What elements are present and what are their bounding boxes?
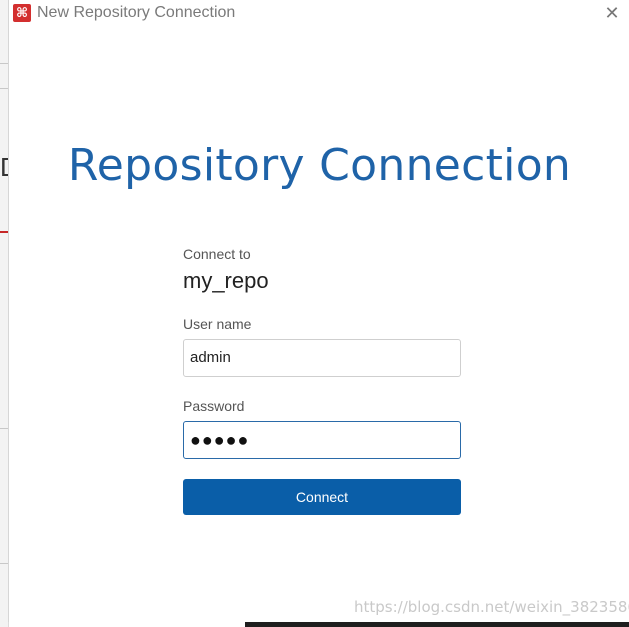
connect-to-label: Connect to [183, 246, 251, 262]
new-repository-connection-dialog: ⌘ New Repository Connection ✕ Repository… [8, 0, 629, 622]
username-field[interactable]: admin [183, 339, 461, 377]
background-divider [0, 88, 8, 89]
password-masked-value: ●●●●● [190, 430, 250, 450]
page-title: Repository Connection [67, 140, 572, 191]
title-bar: ⌘ New Repository Connection ✕ [9, 0, 629, 30]
background-taskbar-edge [245, 622, 629, 627]
window-title: New Repository Connection [37, 4, 236, 21]
background-text-fragment: D [0, 152, 8, 182]
background-divider [0, 428, 8, 429]
background-divider [0, 563, 8, 564]
close-icon[interactable]: ✕ [601, 2, 623, 24]
watermark: https://blog.csdn.net/weixin_38235865 [354, 598, 629, 616]
repository-name: my_repo [183, 268, 269, 293]
app-logo-icon: ⌘ [13, 4, 31, 22]
username-label: User name [183, 316, 252, 332]
username-value: admin [190, 349, 231, 366]
connect-button[interactable]: Connect [183, 479, 461, 515]
background-divider [0, 63, 8, 64]
password-field[interactable]: ●●●●● [183, 421, 461, 459]
background-accent-line [0, 231, 8, 233]
password-label: Password [183, 398, 245, 414]
